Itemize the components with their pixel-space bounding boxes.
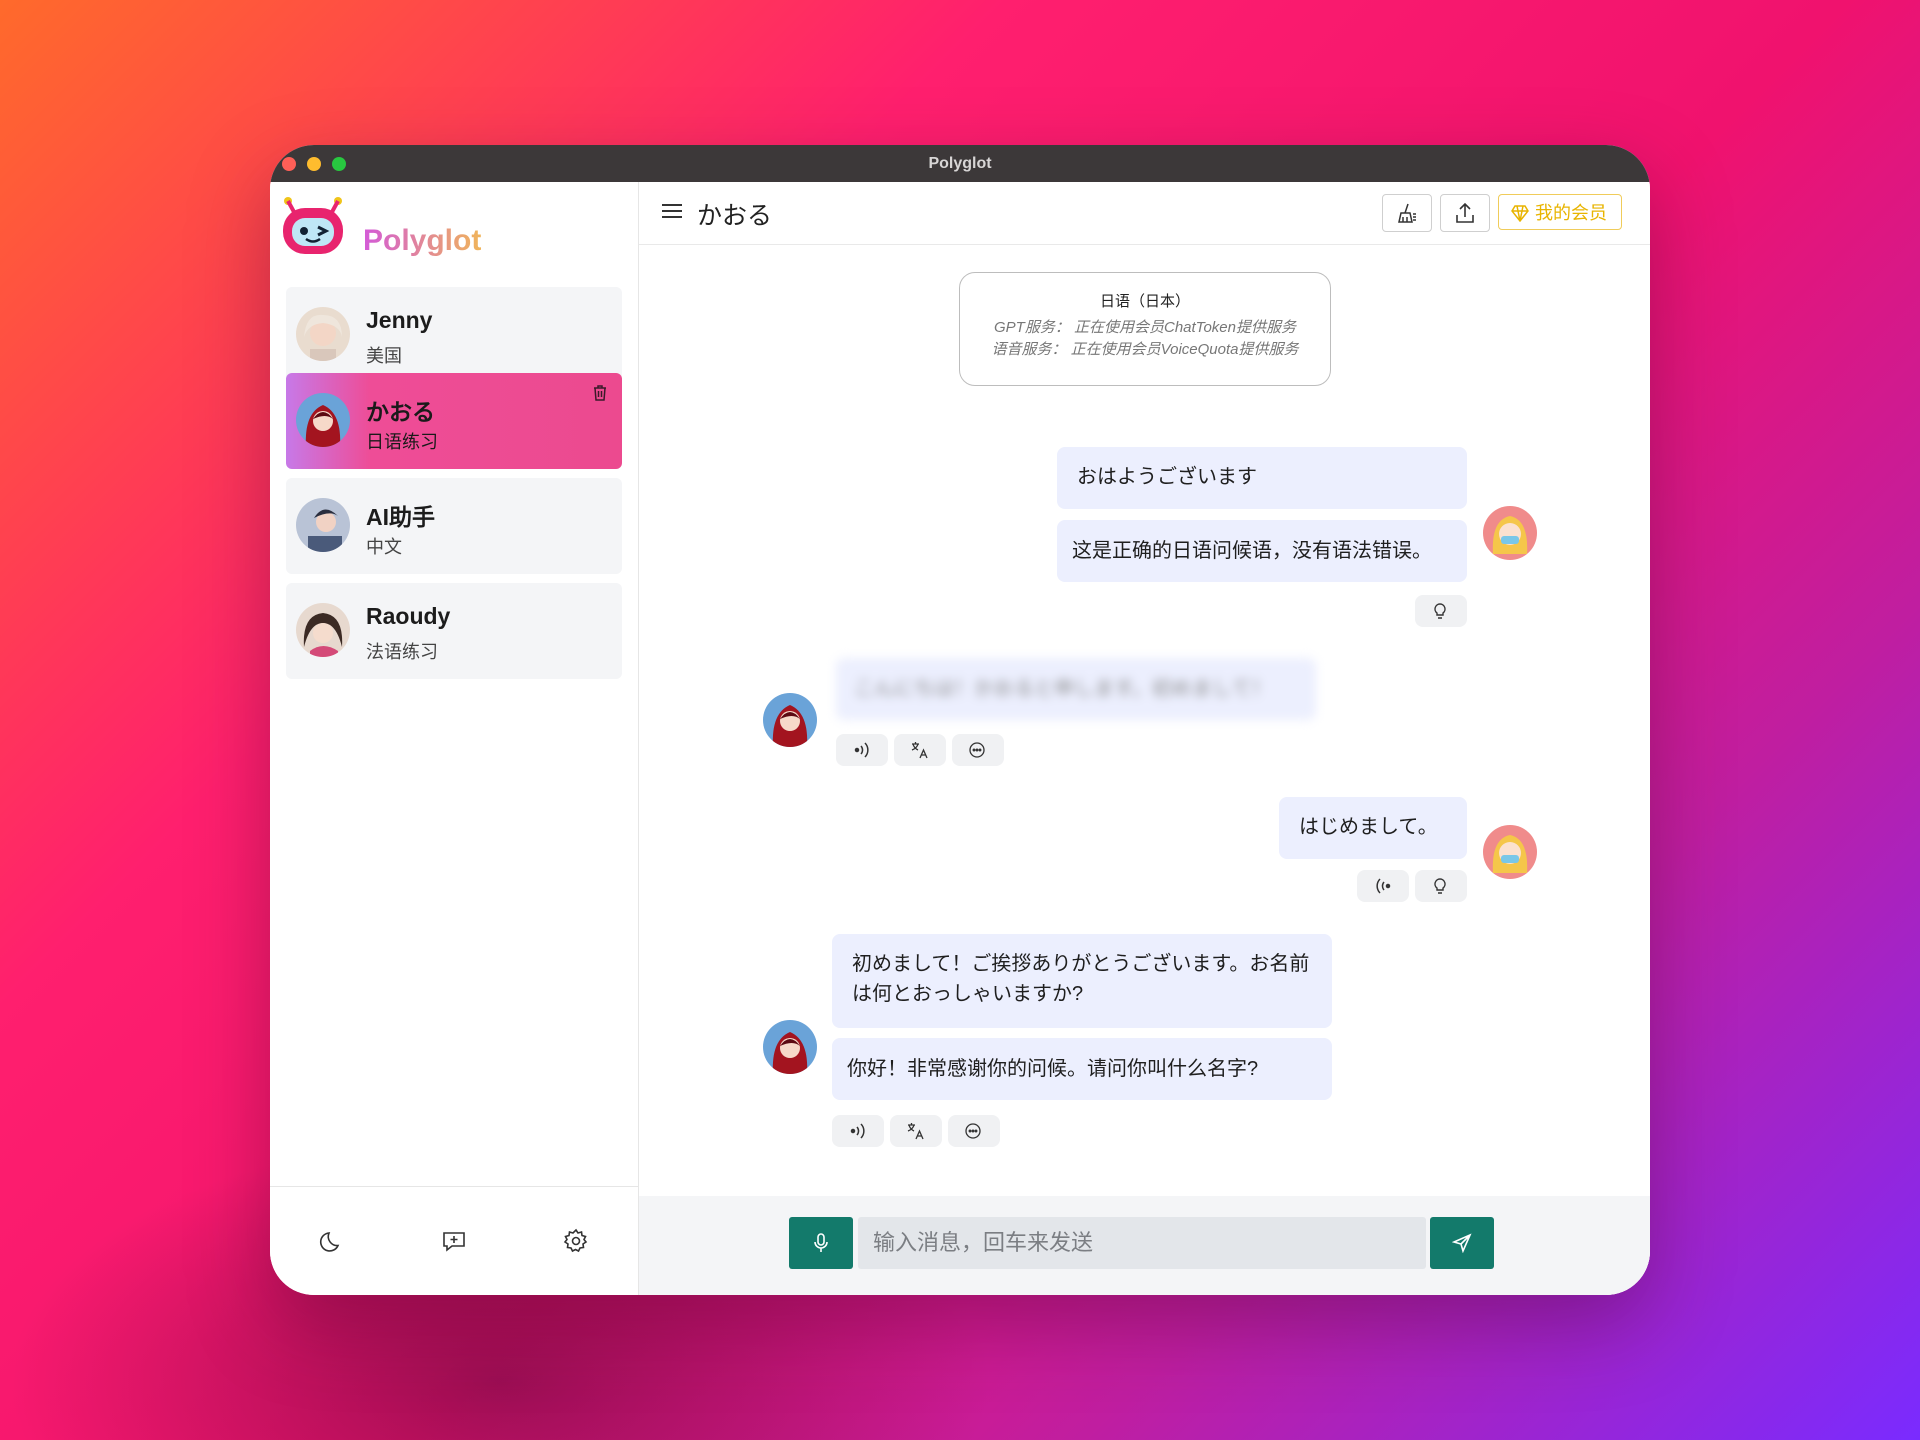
- app-name: Polyglot: [363, 224, 482, 257]
- session-info-card: 日语（日本） GPT服务： 正在使用会员ChatToken提供服务 语音服务： …: [959, 272, 1331, 386]
- translation-bubble: 你好！非常感谢你的问候。请问你叫什么名字?: [832, 1038, 1332, 1100]
- trash-icon[interactable]: [590, 383, 610, 403]
- play-audio-button[interactable]: [832, 1115, 884, 1147]
- voice-service-status: 语音服务： 正在使用会员VoiceQuota提供服务: [991, 341, 1299, 358]
- chat-panel: かおる 我的会员 日语（日本） GPT服务： 正在使用会员ChatToken提供…: [639, 182, 1650, 1295]
- conversation-name: Raoudy: [366, 603, 451, 629]
- speaker-wave-icon: [850, 1123, 865, 1139]
- microphone-icon: [814, 1233, 828, 1252]
- user-message-bubble: はじめまして。: [1279, 797, 1467, 859]
- lightbulb-icon: [1434, 878, 1446, 894]
- practice-language: 日语（日本）: [1099, 293, 1190, 310]
- lightbulb-icon: [1434, 603, 1446, 619]
- avatar: [296, 393, 350, 447]
- conversation-name: かおる: [366, 399, 435, 425]
- close-window-button[interactable]: [282, 157, 296, 171]
- clear-chat-button[interactable]: [1382, 194, 1432, 232]
- avatar: [296, 498, 350, 552]
- user-avatar: [1483, 506, 1537, 560]
- conversation-item-kaoru[interactable]: かおる 日语练习: [286, 373, 622, 469]
- translate-icon: [907, 1123, 924, 1140]
- sidebar-footer: [270, 1186, 638, 1295]
- assistant-message-bubble-blurred[interactable]: こんにちは！かおると申します。初めまして！: [836, 658, 1316, 720]
- assistant-avatar: [763, 693, 817, 747]
- more-circle-icon: [965, 1123, 981, 1139]
- gpt-service-status: GPT服务： 正在使用会员ChatToken提供服务: [993, 319, 1296, 336]
- broom-icon: [1398, 203, 1416, 223]
- message-composer: [639, 1196, 1650, 1295]
- upload-icon: [1456, 202, 1474, 223]
- gear-icon[interactable]: [562, 1227, 590, 1255]
- robot-logo-icon: [283, 197, 343, 254]
- membership-button[interactable]: 我的会员: [1498, 194, 1622, 230]
- speaker-wave-icon: [854, 742, 869, 758]
- voice-input-button[interactable]: [789, 1217, 853, 1269]
- chat-title: かおる: [697, 202, 773, 230]
- conversation-item-jenny[interactable]: Jenny 美国: [286, 287, 622, 383]
- more-options-button[interactable]: [952, 734, 1004, 766]
- send-icon: [1452, 1233, 1472, 1253]
- more-circle-icon: [969, 742, 985, 758]
- conversation-item-raoudy[interactable]: Raoudy 法语练习: [286, 583, 622, 679]
- avatar: [296, 603, 350, 657]
- chat-header: かおる 我的会员: [639, 182, 1650, 245]
- assistant-message-bubble: 初めまして！ご挨拶ありがとうございます。お名前は何とおっしゃいますか?: [832, 934, 1332, 1028]
- app-window: Polyglot Polyglot Jenny 美国 かおる 日语练习 AI助手…: [270, 145, 1650, 1295]
- hint-button[interactable]: [1415, 595, 1467, 627]
- conversation-subtitle: 日语练习: [366, 432, 438, 452]
- correction-bubble: 这是正确的日语问候语，没有语法错误。: [1057, 520, 1467, 582]
- play-audio-button[interactable]: [836, 734, 888, 766]
- conversation-name: Jenny: [366, 307, 433, 333]
- export-button[interactable]: [1440, 194, 1490, 232]
- translate-button[interactable]: [894, 734, 946, 766]
- window-title: Polyglot: [928, 155, 992, 172]
- conversation-subtitle: 美国: [366, 346, 402, 366]
- diamond-icon: [1511, 205, 1529, 222]
- conversation-item-ai-assistant[interactable]: AI助手 中文: [286, 478, 622, 574]
- minimize-window-button[interactable]: [307, 157, 321, 171]
- avatar: [296, 307, 350, 361]
- play-audio-button[interactable]: [1357, 870, 1409, 902]
- translate-button[interactable]: [890, 1115, 942, 1147]
- message-input[interactable]: [858, 1217, 1426, 1269]
- conversation-subtitle: 法语练习: [366, 642, 438, 662]
- send-button[interactable]: [1430, 1217, 1494, 1269]
- moon-icon[interactable]: [318, 1227, 346, 1255]
- user-message-bubble: おはようございます: [1057, 447, 1467, 509]
- menu-icon[interactable]: [661, 202, 683, 220]
- speaker-wave-icon: [1376, 878, 1391, 894]
- translate-icon: [911, 742, 928, 759]
- assistant-avatar: [763, 1020, 817, 1074]
- sidebar: Polyglot Jenny 美国 かおる 日语练习 AI助手 中文 Raoud…: [270, 182, 639, 1295]
- more-options-button[interactable]: [948, 1115, 1000, 1147]
- conversation-subtitle: 中文: [366, 537, 402, 557]
- conversation-name: AI助手: [366, 504, 435, 530]
- user-avatar: [1483, 825, 1537, 879]
- title-bar: Polyglot: [270, 145, 1650, 182]
- hint-button[interactable]: [1415, 870, 1467, 902]
- new-chat-icon[interactable]: [440, 1227, 468, 1255]
- zoom-window-button[interactable]: [332, 157, 346, 171]
- membership-label: 我的会员: [1535, 203, 1607, 223]
